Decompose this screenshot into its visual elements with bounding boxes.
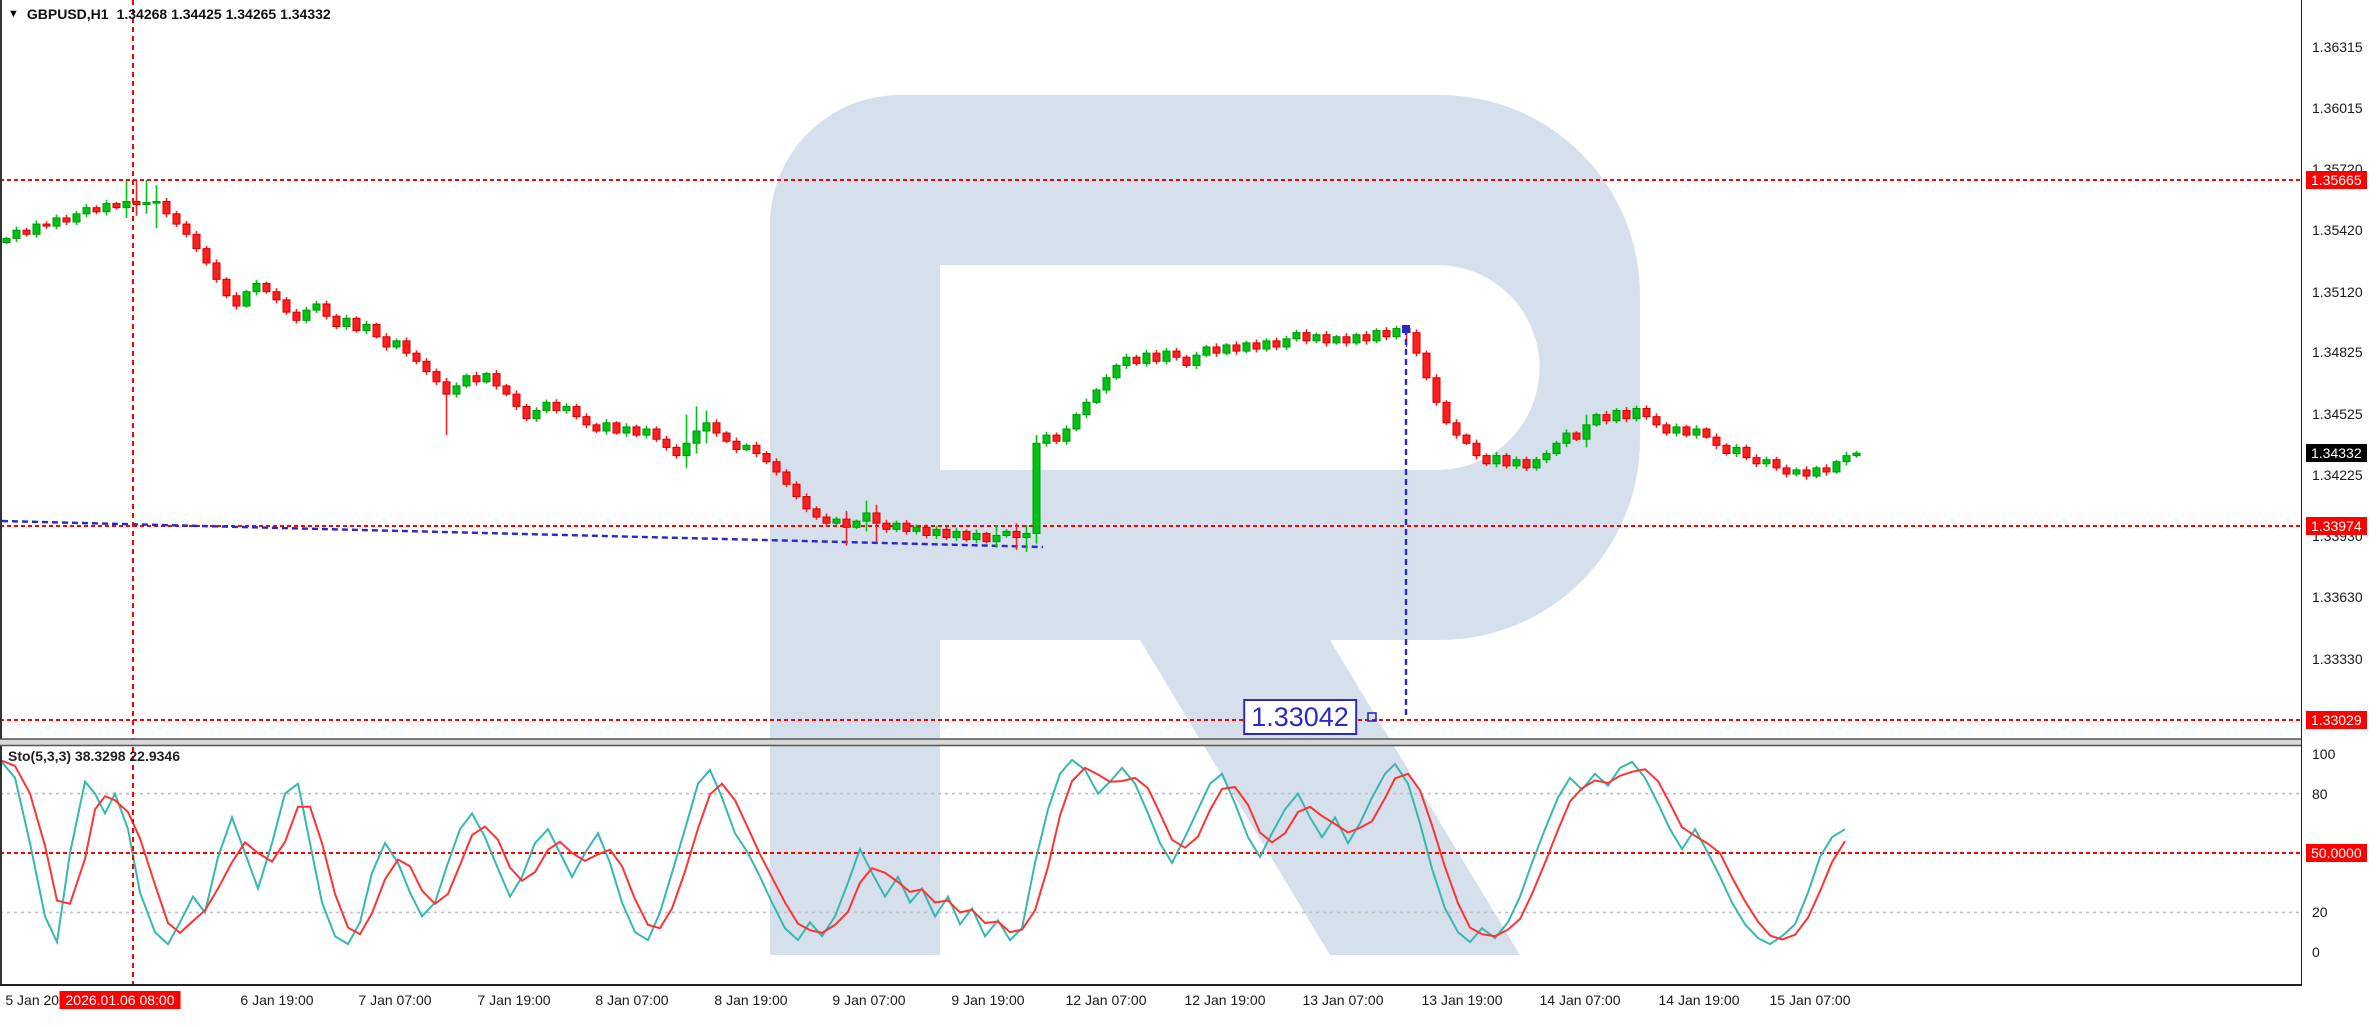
- axis-tick-label: 0: [2312, 944, 2320, 960]
- time-tick-label: 15 Jan 07:00: [1770, 992, 1851, 1008]
- level-price-badge: 1.35665: [2306, 171, 2367, 189]
- axis-tick-label: 100: [2312, 746, 2335, 762]
- time-tick-label: 7 Jan 07:00: [358, 992, 431, 1008]
- time-tick-label: 13 Jan 19:00: [1422, 992, 1503, 1008]
- time-tick-label: 13 Jan 07:00: [1303, 992, 1384, 1008]
- time-tick-label: 12 Jan 07:00: [1066, 992, 1147, 1008]
- measure-price-label[interactable]: 1.33042: [1243, 699, 1357, 735]
- price-axis-panel[interactable]: 1.363151.360151.357201.354201.351201.348…: [2302, 0, 2380, 1027]
- axis-tick-label: 1.34825: [2312, 344, 2363, 360]
- axis-tick-label: 1.35420: [2312, 222, 2363, 238]
- time-tick-label: 8 Jan 19:00: [714, 992, 787, 1008]
- ohlc-readout: 1.34268 1.34425 1.34265 1.34332: [117, 6, 331, 22]
- axis-tick-label: 1.36015: [2312, 100, 2363, 116]
- window-divider[interactable]: [0, 739, 2380, 746]
- time-tick-label: 7 Jan 19:00: [477, 992, 550, 1008]
- current-price-badge: 1.34332: [2306, 444, 2367, 462]
- sub-gridlines: [0, 794, 2302, 913]
- axis-tick-label: 1.36315: [2312, 39, 2363, 55]
- symbol-period-label: GBPUSD,H1: [27, 6, 109, 22]
- crosshair-date-badge: 2026.01.06 08:00: [60, 991, 181, 1009]
- axis-tick-label: 1.34225: [2312, 467, 2363, 483]
- axis-tick-label: 1.33330: [2312, 651, 2363, 667]
- symbol-dropdown-icon[interactable]: ▼: [8, 8, 19, 20]
- time-tick-label: 14 Jan 07:00: [1540, 992, 1621, 1008]
- level-price-badge: 1.33974: [2306, 517, 2367, 535]
- axis-tick-label: 1.33630: [2312, 589, 2363, 605]
- time-tick-label: 12 Jan 19:00: [1185, 992, 1266, 1008]
- time-axis-panel[interactable]: 5 Jan 20266 Jan 19:007 Jan 07:007 Jan 19…: [0, 986, 2380, 1027]
- level-price-badge: 1.33029: [2306, 711, 2367, 729]
- axis-tick-label: 20: [2312, 904, 2328, 920]
- axis-tick-label: 1.35120: [2312, 284, 2363, 300]
- measure-top-handle[interactable]: [1402, 325, 1410, 333]
- time-tick-label: 8 Jan 07:00: [595, 992, 668, 1008]
- level-price-badge: 50.0000: [2306, 844, 2367, 862]
- time-tick-label: 9 Jan 19:00: [951, 992, 1024, 1008]
- chart-canvas[interactable]: [0, 0, 2380, 1027]
- time-tick-label: 9 Jan 07:00: [832, 992, 905, 1008]
- time-tick-label: 6 Jan 19:00: [240, 992, 313, 1008]
- axis-tick-label: 1.34525: [2312, 406, 2363, 422]
- time-tick-label: 14 Jan 19:00: [1659, 992, 1740, 1008]
- axis-tick-label: 80: [2312, 786, 2328, 802]
- trading-chart-window: ▼ GBPUSD,H1 1.34268 1.34425 1.34265 1.34…: [0, 0, 2380, 1027]
- stochastic-indicator-label: Sto(5,3,3) 38.3298 22.9346: [8, 748, 180, 764]
- chart-title: ▼ GBPUSD,H1 1.34268 1.34425 1.34265 1.34…: [8, 6, 331, 22]
